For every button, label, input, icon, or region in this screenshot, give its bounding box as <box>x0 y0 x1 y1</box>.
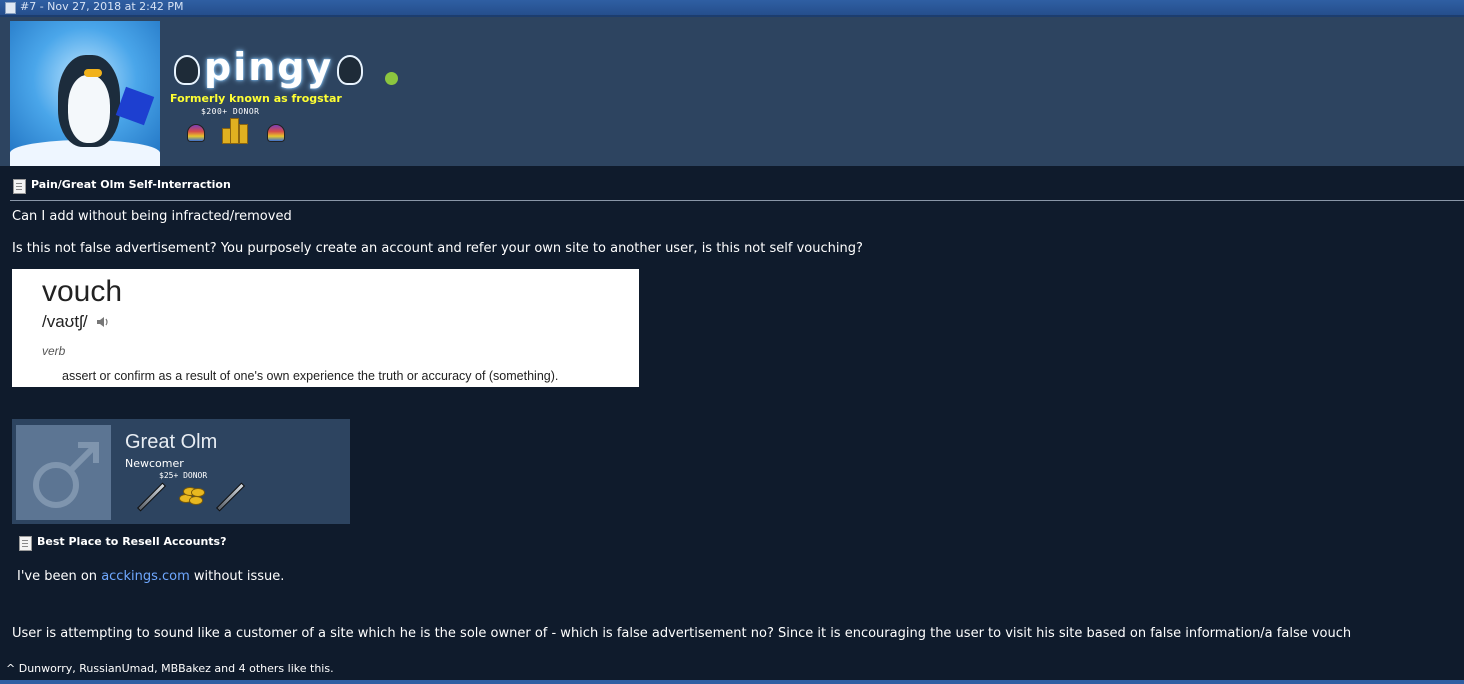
likes-others-link[interactable]: 4 others <box>239 662 285 675</box>
acckings-link[interactable]: acckings.com <box>101 569 190 584</box>
sword-icon <box>137 482 166 512</box>
liker-dunworry[interactable]: Dunworry <box>19 662 73 675</box>
default-avatar[interactable] <box>16 425 111 520</box>
post-paragraph: User is attempting to sound like a custo… <box>12 626 1352 641</box>
male-symbol-icon <box>33 442 99 508</box>
thread-document-icon <box>19 536 32 551</box>
thread-document-icon <box>13 179 26 194</box>
author-username-text: pingy <box>204 45 334 89</box>
donor-badge-label: $200+ DONOR <box>201 107 260 116</box>
partyhat-icon <box>187 124 205 142</box>
quoted-text-before: I've been on <box>17 569 102 584</box>
author-username[interactable]: pingy <box>170 45 367 89</box>
dictionary-screenshot: vouch /vaʊtʃ/ verb assert or confirm as … <box>12 269 639 387</box>
quoted-post-text: I've been on acckings.com without issue. <box>17 569 284 584</box>
second-thread-title[interactable]: Best Place to Resell Accounts? <box>37 535 226 548</box>
quoted-username[interactable]: Great Olm <box>125 431 217 454</box>
coin-stack-icon <box>220 118 250 144</box>
post-header-bar: #7 - Nov 27, 2018 at 2:42 PM <box>0 0 1464 17</box>
dictionary-pronunciation: /vaʊtʃ/ <box>42 312 88 331</box>
likes-and: and <box>210 662 239 675</box>
likes-suffix: like this. <box>284 662 334 675</box>
dictionary-word: vouch <box>42 275 123 308</box>
author-avatar[interactable] <box>10 21 160 166</box>
avatar-penguin-beak <box>84 69 102 77</box>
penguin-icon <box>337 54 364 85</box>
liker-mbbakez[interactable]: MBBakez <box>161 662 211 675</box>
quoted-text-after: without issue. <box>189 569 285 584</box>
liker-russianumad[interactable]: RussianUmad <box>79 662 154 675</box>
post-paragraph: Can I add without being infracted/remove… <box>12 209 292 224</box>
avatar-penguin-belly <box>68 75 110 143</box>
post-paragraph: Is this not false advertisement? You pur… <box>12 241 863 256</box>
avatar-penguin-scarf <box>115 86 155 126</box>
dictionary-definition: assert or confirm as a result of one's o… <box>62 369 559 383</box>
author-user-title: Formerly known as frogstar <box>170 92 342 105</box>
quoted-user-card: Great Olm Newcomer $25+ DONOR <box>12 419 350 524</box>
coins-icon <box>177 484 205 506</box>
sword-icon <box>216 482 245 512</box>
online-status-indicator <box>385 72 398 85</box>
divider <box>10 200 1464 201</box>
partyhat-icon <box>267 124 285 142</box>
dictionary-part-of-speech: verb <box>42 344 66 358</box>
likes-summary: ^ Dunworry, RussianUmad, MBBakez and 4 o… <box>6 662 334 675</box>
document-icon <box>5 2 16 14</box>
penguin-icon <box>174 54 200 85</box>
caret-icon: ^ <box>6 662 16 675</box>
quoted-user-rank: Newcomer <box>125 457 184 470</box>
quoted-donor-badge: $25+ DONOR <box>159 471 208 480</box>
speaker-icon <box>97 317 108 327</box>
bottom-bar <box>0 680 1464 684</box>
post-timestamp-link[interactable]: #7 - Nov 27, 2018 at 2:42 PM <box>20 0 184 14</box>
quoted-thread-title[interactable]: Pain/Great Olm Self-Interraction <box>31 178 231 191</box>
author-header: pingy Formerly known as frogstar $200+ D… <box>0 17 1464 166</box>
